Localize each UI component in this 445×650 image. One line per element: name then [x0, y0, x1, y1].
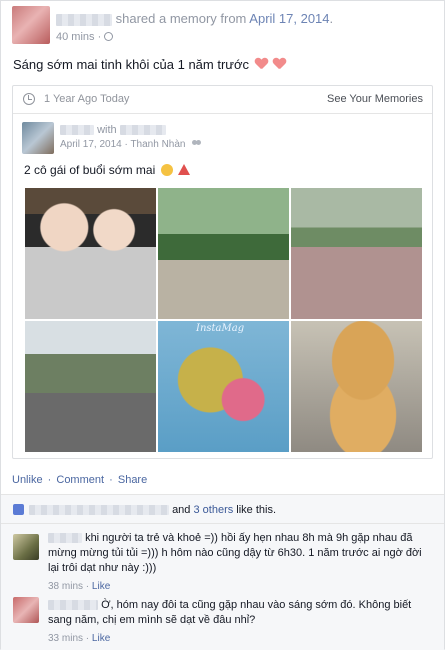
original-author-avatar[interactable]	[22, 122, 54, 154]
memory-title: 1 Year Ago Today	[44, 93, 130, 105]
tagged-friend-redacted[interactable]	[119, 125, 166, 136]
location-link[interactable]: Thanh Nhàn	[130, 139, 185, 150]
comment-meta: 38 mins · Like	[48, 581, 111, 592]
heart-icon	[255, 58, 268, 70]
post-meta: 40 mins ·	[56, 31, 114, 43]
unlike-button[interactable]: Unlike	[12, 474, 43, 486]
comment-meta: 33 mins · Like	[48, 633, 111, 644]
memory-box: 1 Year Ago Today See Your Memories with …	[12, 85, 433, 459]
comment-item: khi người ta trẻ và khoẻ =)) hồi ấy hẹn …	[48, 531, 430, 594]
friends-icon	[192, 140, 202, 148]
likes-bar: and 3 others like this.	[1, 494, 444, 524]
commenter-avatar[interactable]	[13, 597, 39, 623]
likers-redacted[interactable]	[29, 505, 169, 516]
comment-item: Ờ, hóm nay đôi ta cũng gặp nhau vào sáng…	[48, 598, 430, 646]
photo-banh-mi[interactable]	[290, 320, 423, 453]
photo-watermark: InstaMag	[196, 323, 245, 334]
comments-section: khi người ta trẻ và khoẻ =)) hồi ấy hẹn …	[1, 524, 444, 650]
comment-text: Ờ, hóm nay đôi ta cũng gặp nhau vào sáng…	[48, 599, 412, 626]
photo-street[interactable]	[24, 320, 157, 453]
comment-time[interactable]: 38 mins	[48, 581, 83, 592]
others-link[interactable]: 3 others	[193, 504, 233, 516]
post-actions: Unlike · Comment · Share	[12, 474, 148, 486]
post-action-text: shared a memory from	[115, 11, 247, 26]
original-post-header: with	[60, 124, 166, 136]
original-post-meta: April 17, 2014 · Thanh Nhàn	[60, 139, 202, 150]
crying-emoji-icon	[160, 164, 173, 176]
author-name-redacted[interactable]	[56, 13, 112, 26]
shark-emoji-icon	[177, 164, 190, 175]
comment-button[interactable]: Comment	[56, 474, 104, 486]
thumbs-up-icon	[13, 504, 24, 515]
original-post-text: 2 cô gái of buổi sớm mai	[24, 163, 190, 177]
likes-summary: and 3 others like this.	[29, 504, 276, 516]
photo-park-path[interactable]	[157, 187, 290, 320]
comment-like-button[interactable]: Like	[92, 633, 110, 644]
share-button[interactable]: Share	[118, 474, 147, 486]
comment-time[interactable]: 33 mins	[48, 633, 83, 644]
post-header: shared a memory from April 17, 2014.	[56, 11, 333, 26]
photo-food-plate[interactable]: InstaMag	[157, 320, 290, 453]
photo-grid: InstaMag	[24, 187, 423, 453]
comment-like-button[interactable]: Like	[92, 581, 110, 592]
memory-header: 1 Year Ago Today See Your Memories	[13, 86, 432, 114]
original-author-redacted[interactable]	[60, 125, 94, 136]
author-avatar[interactable]	[12, 6, 50, 44]
globe-icon[interactable]	[104, 32, 114, 41]
clock-icon	[23, 93, 35, 105]
comment-text: khi người ta trẻ và khoẻ =)) hồi ấy hẹn …	[48, 532, 422, 574]
commenter-avatar[interactable]	[13, 534, 39, 560]
original-post-date[interactable]: April 17, 2014	[60, 139, 122, 150]
memory-post-card: shared a memory from April 17, 2014. 40 …	[0, 0, 445, 650]
post-memory-date-link[interactable]: April 17, 2014	[249, 11, 329, 26]
post-text: Sáng sớm mai tinh khôi của 1 năm trước	[13, 57, 286, 72]
photo-selfie[interactable]	[24, 187, 157, 320]
commenter-name-redacted[interactable]	[48, 533, 82, 544]
commenter-name-redacted[interactable]	[48, 600, 98, 611]
heart-icon	[273, 58, 286, 70]
see-your-memories-link[interactable]: See Your Memories	[327, 93, 423, 105]
photo-girl-lakeside[interactable]	[290, 187, 423, 320]
post-timestamp[interactable]: 40 mins	[56, 31, 95, 43]
